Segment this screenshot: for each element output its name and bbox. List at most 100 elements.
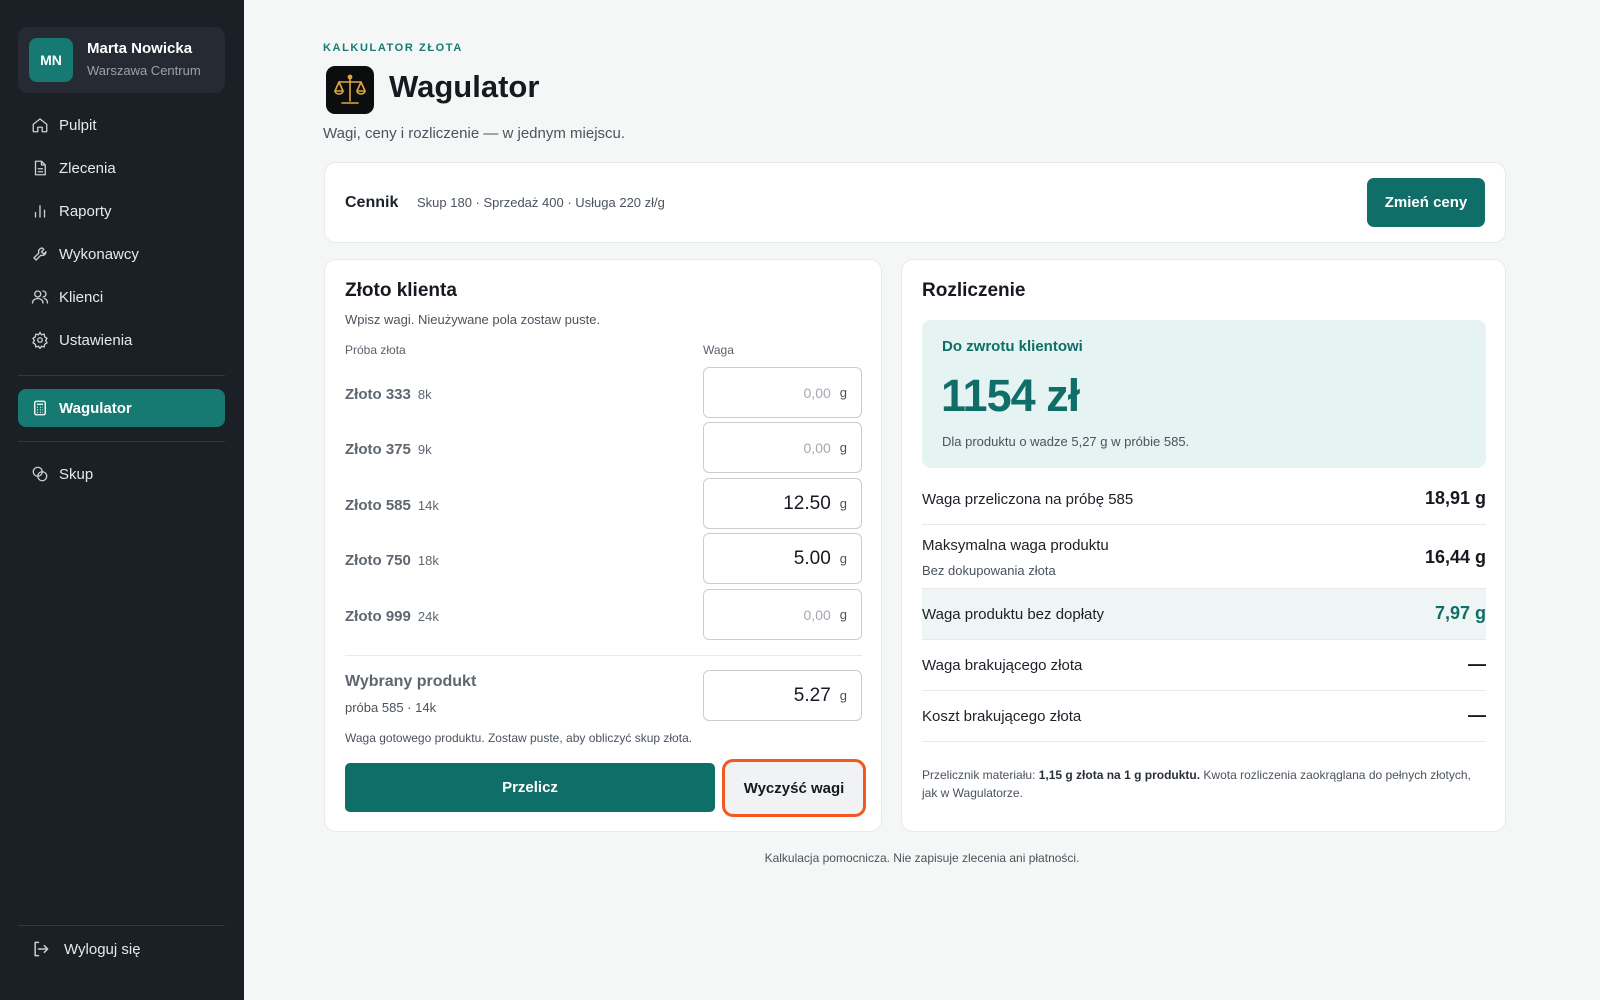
weight-input-585[interactable] xyxy=(720,492,831,515)
result-label: Waga brakującego złota xyxy=(922,657,1083,674)
result-row: Waga brakującego złota — xyxy=(922,640,1486,691)
scales-icon xyxy=(326,66,374,114)
logout-icon xyxy=(34,941,49,957)
home-icon xyxy=(32,118,48,133)
refund-label: Do zwrotu klientowi xyxy=(942,338,1083,355)
gold-sample-name: Złoto 999 xyxy=(345,608,411,625)
users-icon xyxy=(31,290,49,304)
pricing-values: Skup 180 · Sprzedaż 400 · Usługa 220 zł/… xyxy=(417,195,665,210)
client-gold-card: Złoto klienta Wpisz wagi. Nieużywane pol… xyxy=(324,259,882,832)
page-subtitle: Wagi, ceny i rozliczenie — w jednym miej… xyxy=(323,125,626,142)
result-value: — xyxy=(1468,705,1486,725)
weight-input-999[interactable] xyxy=(720,603,831,626)
gold-sample-name: Złoto 585 xyxy=(345,497,411,514)
result-row: Koszt brakującego złota — xyxy=(922,691,1486,742)
column-header-sample: Próba złota xyxy=(345,343,406,357)
calculate-button[interactable]: Przelicz xyxy=(345,763,715,812)
disclaimer-text: Kalkulacja pomocnicza. Nie zapisuje zlec… xyxy=(764,851,1080,865)
avatar: MN xyxy=(29,38,73,82)
coins-icon xyxy=(32,466,48,482)
result-sublabel: Bez dokupowania złota xyxy=(922,563,1056,578)
sidebar-item-klienci[interactable]: Klienci xyxy=(18,278,225,316)
user-name: Marta Nowicka xyxy=(87,40,193,57)
page-eyebrow: KALKULATOR ZŁOTA xyxy=(323,42,463,54)
calculator-icon xyxy=(34,400,46,416)
sidebar-item-raporty[interactable]: Raporty xyxy=(18,192,225,230)
settlement-card: Rozliczenie Do zwrotu klientowi 1154 zł … xyxy=(901,259,1506,832)
refund-amount: 1154 zł xyxy=(941,370,1080,421)
unit-label: g xyxy=(839,440,847,455)
result-row-highlight: Waga produktu bez dopłaty 7,97 g xyxy=(922,589,1486,640)
gold-karat: 9k xyxy=(417,442,432,457)
weight-input-375[interactable] xyxy=(720,436,831,459)
unit-label: g xyxy=(839,551,847,566)
change-prices-button[interactable]: Zmień ceny xyxy=(1367,178,1485,227)
sidebar-item-label: Wykonawcy xyxy=(59,245,139,263)
result-label: Maksymalna waga produktu xyxy=(922,537,1109,554)
gold-sample-name: Złoto 750 xyxy=(345,552,411,569)
unit-label: g xyxy=(839,385,847,400)
bar-chart-icon xyxy=(34,205,46,218)
gold-row-label: Złoto 999 24k xyxy=(345,608,439,625)
result-value: 16,44 g xyxy=(1424,547,1486,567)
sidebar-item-label: Wagulator xyxy=(59,399,132,417)
sidebar-item-label: Zlecenia xyxy=(59,159,116,177)
sidebar-item-label: Raporty xyxy=(59,202,112,220)
refund-note: Dla produktu o wadze 5,27 g w próbie 585… xyxy=(942,434,1190,449)
logout-button[interactable]: Wyloguj się xyxy=(18,930,225,968)
client-gold-hint: Wpisz wagi. Nieużywane pola zostaw puste… xyxy=(345,312,601,327)
sidebar-item-wagulator[interactable]: Wagulator xyxy=(18,389,225,427)
client-gold-title: Złoto klienta xyxy=(345,280,457,301)
sidebar-item-zlecenia[interactable]: Zlecenia xyxy=(18,149,225,187)
gold-row-label: Złoto 585 14k xyxy=(345,497,439,514)
result-label: Koszt brakującego złota xyxy=(922,708,1082,725)
document-icon xyxy=(34,160,46,176)
weight-field-999[interactable]: g xyxy=(703,589,862,640)
sidebar-item-wykonawcy[interactable]: Wykonawcy xyxy=(18,235,225,273)
sidebar-item-pulpit[interactable]: Pulpit xyxy=(18,106,225,144)
sidebar-item-label: Ustawienia xyxy=(59,331,133,349)
gold-sample-name: Złoto 333 xyxy=(345,386,411,403)
unit-label: g xyxy=(839,607,847,622)
weight-input-333[interactable] xyxy=(720,381,831,404)
sidebar: MN Marta Nowicka Warszawa Centrum Pulpit… xyxy=(0,0,244,1000)
product-weight-field[interactable]: g xyxy=(703,670,862,721)
disclaimer: Kalkulacja pomocnicza. Nie zapisuje zlec… xyxy=(0,851,1600,865)
settlement-title: Rozliczenie xyxy=(922,280,1026,301)
sidebar-item-ustawienia[interactable]: Ustawienia xyxy=(18,321,225,359)
logout-label: Wyloguj się xyxy=(64,940,141,958)
pricing-card: Cennik Skup 180 · Sprzedaż 400 · Usługa … xyxy=(324,162,1506,243)
product-title: Wybrany produkt xyxy=(345,673,477,690)
gold-row-label: Złoto 750 18k xyxy=(345,552,439,569)
weight-field-375[interactable]: g xyxy=(703,422,862,473)
column-header-weight: Waga xyxy=(703,343,734,357)
sidebar-item-skup[interactable]: Skup xyxy=(18,455,225,493)
product-note: Waga gotowego produktu. Zostaw puste, ab… xyxy=(345,731,693,745)
sidebar-item-label: Klienci xyxy=(59,288,104,306)
product-sample: próba 585 · 14k xyxy=(345,700,437,715)
user-profile-card[interactable]: MN Marta Nowicka Warszawa Centrum xyxy=(18,27,225,93)
user-location: Warszawa Centrum xyxy=(87,63,201,78)
weight-input-750[interactable] xyxy=(720,547,831,570)
weight-field-750[interactable]: g xyxy=(703,533,862,584)
refund-summary: Do zwrotu klientowi 1154 zł Dla produktu… xyxy=(922,320,1486,468)
result-value: 7,97 g xyxy=(1434,603,1486,623)
gear-icon xyxy=(32,331,48,349)
weight-field-333[interactable]: g xyxy=(703,367,862,418)
result-row: Maksymalna waga produktu Bez dokupowania… xyxy=(922,525,1486,589)
gold-row-label: Złoto 375 9k xyxy=(345,441,432,458)
unit-label: g xyxy=(839,496,847,511)
sidebar-divider xyxy=(18,375,225,376)
pricing-label: Cennik xyxy=(345,194,399,211)
sidebar-item-label: Skup xyxy=(59,465,94,483)
result-label: Waga produktu bez dopłaty xyxy=(922,606,1105,623)
footnote-ratio: 1,15 g złota na 1 g produktu. xyxy=(1038,768,1201,782)
gold-karat: 24k xyxy=(417,609,439,624)
gold-row-label: Złoto 333 8k xyxy=(345,386,432,403)
sidebar-item-label: Pulpit xyxy=(59,116,97,134)
product-weight-input[interactable] xyxy=(720,684,831,707)
clear-weights-button[interactable]: Wyczyść wagi xyxy=(722,759,866,817)
sidebar-divider xyxy=(18,441,225,442)
section-divider xyxy=(345,655,862,656)
weight-field-585[interactable]: g xyxy=(703,478,862,529)
